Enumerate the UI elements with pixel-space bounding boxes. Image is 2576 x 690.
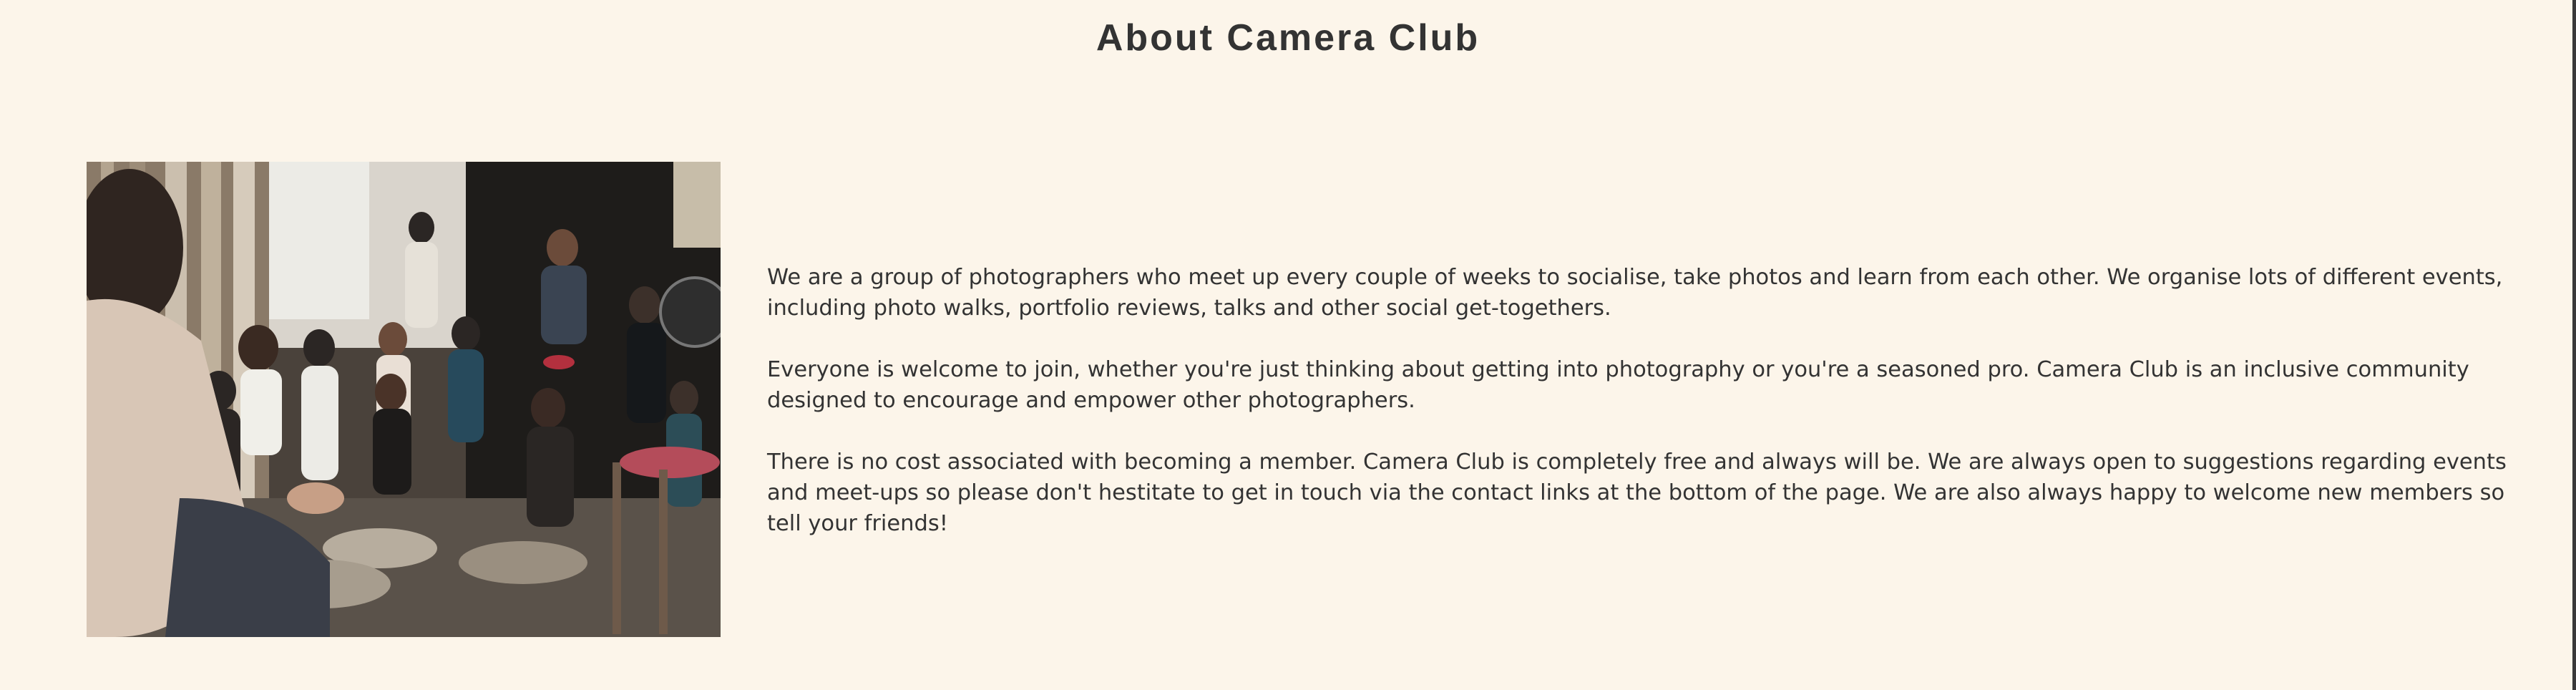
about-paragraph-2: Everyone is welcome to join, whether you…: [767, 357, 2469, 413]
group-photo: [87, 162, 721, 637]
section-title: About Camera Club: [1096, 17, 1480, 59]
window-edge: [2572, 0, 2576, 690]
group-photo-illustration: [87, 162, 721, 637]
about-paragraph-1: We are a group of photographers who meet…: [767, 265, 2503, 321]
about-text: We are a group of photographers who meet…: [767, 262, 2513, 570]
about-paragraph-3: There is no cost associated with becomin…: [767, 450, 2507, 536]
